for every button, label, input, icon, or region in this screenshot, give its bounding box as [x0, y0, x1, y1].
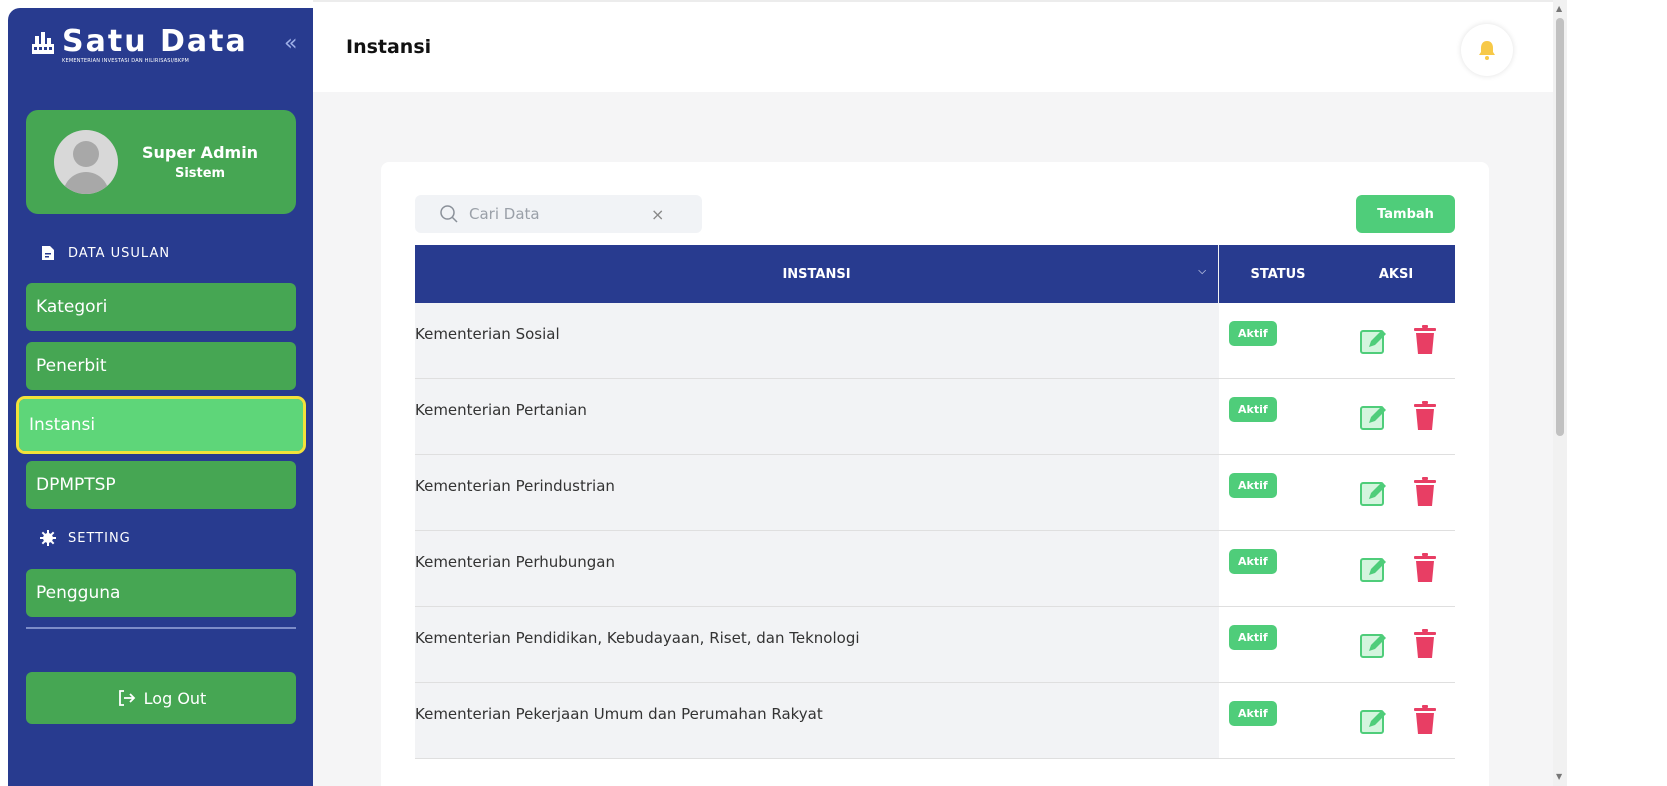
table-body: Kementerian Sosial Aktif Kementerian Per…	[415, 303, 1455, 759]
double-chevron-left-icon[interactable]: «	[284, 30, 297, 58]
sidebar-item-label: DPMPTSP	[36, 475, 116, 495]
status-badge: Aktif	[1229, 549, 1277, 574]
edit-icon[interactable]	[1360, 477, 1392, 507]
trash-icon[interactable]	[1414, 553, 1436, 583]
nav-divider	[26, 627, 296, 629]
status-badge: Aktif	[1229, 625, 1277, 650]
logout-label: Log Out	[143, 688, 207, 708]
instansi-cell: Kementerian Pertanian	[415, 379, 1219, 454]
instansi-cell: Kementerian Pendidikan, Kebudayaan, Rise…	[415, 607, 1219, 682]
scroll-down-arrow-icon[interactable]: ▼	[1556, 772, 1562, 781]
table-row: Kementerian Pekerjaan Umum dan Perumahan…	[415, 683, 1455, 759]
sidebar-item-instansi[interactable]: Instansi	[16, 396, 306, 454]
page-title: Instansi	[346, 36, 432, 58]
search-icon	[440, 205, 458, 223]
table-row: Kementerian Pendidikan, Kebudayaan, Rise…	[415, 607, 1455, 683]
trash-icon[interactable]	[1414, 705, 1436, 735]
edit-icon[interactable]	[1360, 553, 1392, 583]
status-cell: Aktif	[1219, 455, 1337, 530]
instansi-cell: Kementerian Perhubungan	[415, 531, 1219, 606]
column-header-aksi: AKSI	[1378, 266, 1414, 282]
instansi-cell: Kementerian Sosial	[415, 303, 1219, 378]
section-data-usulan: DATA USULAN	[40, 245, 170, 261]
status-cell: Aktif	[1219, 379, 1337, 454]
notification-button[interactable]	[1461, 24, 1513, 76]
column-header-status: STATUS	[1250, 266, 1306, 282]
status-cell: Aktif	[1219, 531, 1337, 606]
bell-icon	[1479, 41, 1495, 60]
status-cell: Aktif	[1219, 683, 1337, 758]
edit-icon[interactable]	[1360, 325, 1392, 355]
search-input[interactable]	[469, 205, 639, 223]
status-badge: Aktif	[1229, 473, 1277, 498]
section-setting: SETTING	[40, 530, 131, 546]
edit-icon[interactable]	[1360, 629, 1392, 659]
brand-subtitle: KEMENTERIAN INVESTASI DAN HILIRISASI/BKP…	[62, 58, 190, 64]
sidebar-item-label: Kategori	[36, 297, 108, 317]
avatar	[54, 130, 118, 194]
trash-icon[interactable]	[1414, 401, 1436, 431]
instansi-table: INSTANSI ⌵ STATUS AKSI Kementerian Sosia…	[415, 245, 1455, 759]
trash-icon[interactable]	[1414, 629, 1436, 659]
instansi-cell: Kementerian Perindustrian	[415, 455, 1219, 530]
section-setting-label: SETTING	[68, 530, 131, 546]
table-row: Kementerian Pertanian Aktif	[415, 379, 1455, 455]
brand-title: Satu Data	[62, 24, 248, 59]
search-box[interactable]: ×	[415, 195, 702, 233]
status-cell: Aktif	[1219, 303, 1337, 378]
profile-card: Super Admin Sistem	[26, 110, 296, 214]
scroll-up-arrow-icon[interactable]: ▲	[1556, 4, 1562, 13]
actions-cell	[1337, 303, 1455, 378]
building-logo-icon	[32, 32, 54, 54]
instansi-cell: Kementerian Pekerjaan Umum dan Perumahan…	[415, 683, 1219, 758]
actions-cell	[1337, 455, 1455, 530]
status-cell: Aktif	[1219, 607, 1337, 682]
actions-cell	[1337, 607, 1455, 682]
status-badge: Aktif	[1229, 321, 1277, 346]
sidebar-item-pengguna[interactable]: Pengguna	[26, 569, 296, 617]
sidebar-item-label: Instansi	[29, 415, 96, 435]
actions-cell	[1337, 683, 1455, 758]
sidebar-item-label: Penerbit	[36, 356, 107, 376]
clear-icon[interactable]: ×	[651, 205, 664, 224]
table-row: Kementerian Perhubungan Aktif	[415, 531, 1455, 607]
profile-name: Super Admin	[142, 143, 259, 162]
edit-icon[interactable]	[1360, 401, 1392, 431]
scroll-thumb[interactable]	[1556, 18, 1564, 436]
status-badge: Aktif	[1229, 397, 1277, 422]
sidebar-item-kategori[interactable]: Kategori	[26, 283, 296, 331]
top-header: Instansi	[313, 0, 1553, 92]
column-header-instansi[interactable]: INSTANSI ⌵	[415, 245, 1218, 303]
table-row: Kementerian Sosial Aktif	[415, 303, 1455, 379]
sidebar-item-dpmptsp[interactable]: DPMPTSP	[26, 461, 296, 509]
logout-button[interactable]: Log Out	[26, 672, 296, 724]
edit-icon[interactable]	[1360, 705, 1392, 735]
scrollbar[interactable]: ▲ ▼	[1553, 0, 1567, 786]
logout-icon	[118, 690, 135, 706]
trash-icon[interactable]	[1414, 477, 1436, 507]
sidebar-item-penerbit[interactable]: Penerbit	[26, 342, 296, 390]
actions-cell	[1337, 531, 1455, 606]
document-icon	[42, 246, 54, 260]
table-header: INSTANSI ⌵ STATUS AKSI	[415, 245, 1455, 303]
brand-logo: Satu Data KEMENTERIAN INVESTASI DAN HILI…	[30, 26, 248, 64]
profile-role: Sistem	[174, 166, 226, 181]
add-button[interactable]: Tambah	[1356, 195, 1455, 233]
table-row: Kementerian Perindustrian Aktif	[415, 455, 1455, 531]
trash-icon[interactable]	[1414, 325, 1436, 355]
chevron-down-icon: ⌵	[1198, 266, 1206, 277]
sidebar-item-label: Pengguna	[36, 583, 121, 603]
status-badge: Aktif	[1229, 701, 1277, 726]
gear-icon	[40, 530, 56, 546]
actions-cell	[1337, 379, 1455, 454]
section-data-usulan-label: DATA USULAN	[68, 245, 171, 261]
